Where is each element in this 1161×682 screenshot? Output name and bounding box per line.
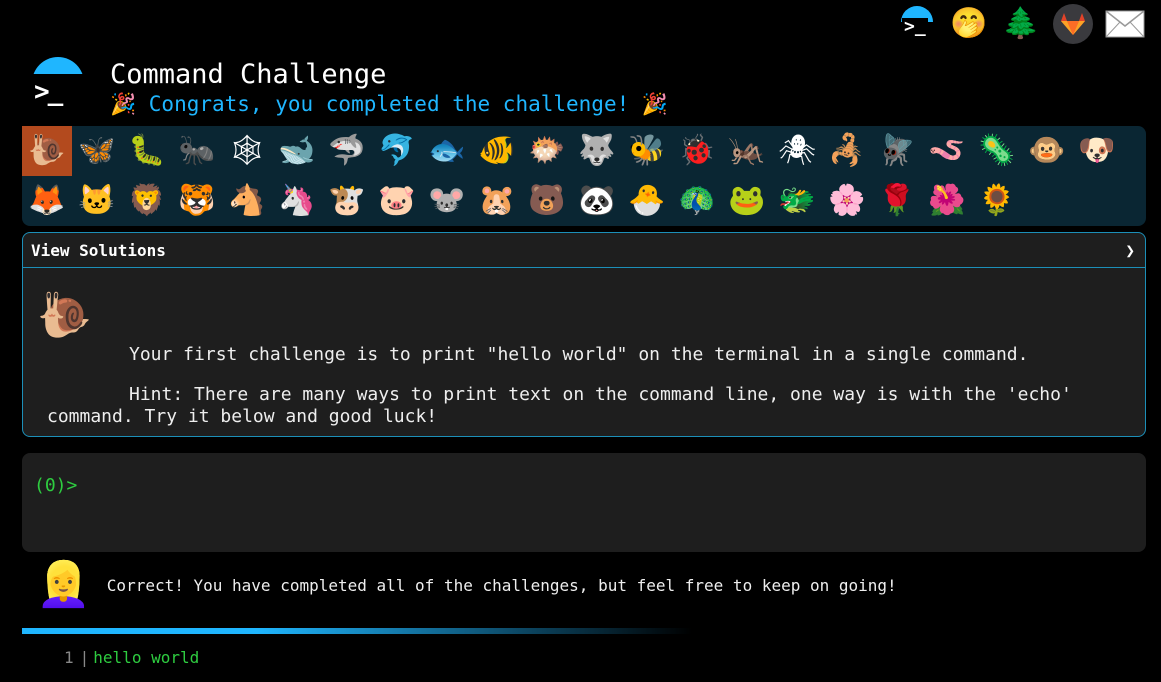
history-separator: | <box>79 648 90 667</box>
level-fly-icon[interactable]: 🪰 <box>872 126 922 176</box>
level-mouse-icon[interactable]: 🐭 <box>422 176 472 226</box>
level-cat-icon[interactable]: 🐱 <box>72 176 122 226</box>
level-whale-icon[interactable]: 🐋 <box>272 126 322 176</box>
level-cow-icon[interactable]: 🐮 <box>322 176 372 226</box>
level-ant-icon[interactable]: 🐜 <box>172 126 222 176</box>
envelope-shape-icon <box>1105 10 1145 38</box>
challenge-description: Your first challenge is to print "hello … <box>129 344 1029 365</box>
level-butterfly-icon[interactable]: 🦋 <box>72 126 122 176</box>
gitlab-fox-icon <box>1061 13 1085 35</box>
level-shark-icon[interactable]: 🦈 <box>322 126 372 176</box>
terminal-input[interactable]: (0)> <box>22 453 1146 552</box>
person-avatar-icon: 👱‍♀️ <box>36 559 91 610</box>
feedback-message: 👱‍♀️ Correct! You have completed all of … <box>36 563 897 607</box>
evergreen-tree-icon[interactable]: 🌲 <box>1001 4 1041 44</box>
level-flower-icon[interactable]: 🌺 <box>922 176 972 226</box>
view-solutions-label: View Solutions <box>31 240 166 260</box>
page-header: >_ Command Challenge 🎉 Congrats, you com… <box>28 54 668 117</box>
level-peacock-icon[interactable]: 🦚 <box>672 176 722 226</box>
level-horse-icon[interactable]: 🐴 <box>222 176 272 226</box>
face-with-hand-over-mouth-icon[interactable]: 🤭 <box>949 4 989 44</box>
top-nav: >_ 🤭 🌲 <box>897 4 1145 44</box>
completion-banner: 🎉 Congrats, you completed the challenge!… <box>110 92 669 116</box>
level-dragon-icon[interactable]: 🐲 <box>772 176 822 226</box>
view-solutions-toggle[interactable]: View Solutions ❯ <box>23 233 1145 268</box>
level-wolf-icon[interactable]: 🐺 <box>572 126 622 176</box>
snail-icon: 🐌 <box>37 290 92 341</box>
level-tiger-icon[interactable]: 🐯 <box>172 176 222 226</box>
level-microbe-icon[interactable]: 🦠 <box>972 126 1022 176</box>
command-challenge-logo-icon[interactable]: >_ <box>897 4 937 44</box>
feedback-text: Correct! You have completed all of the c… <box>106 575 897 595</box>
level-blowfish-icon[interactable]: 🐡 <box>522 126 572 176</box>
page-title: Command Challenge <box>110 59 387 90</box>
level-selector: 🐌 🦋 🐛 🐜 🕸 🐋 🦈 🐬 🐟 🐠 🐡 🐺 🐝 🐞 🦗 🕷 🦂 🪰 🪱 🦠 🐵 🐶 🦊 🐱 🦁 🐯 🐴 🦄 🐮 🐷 🐭 🐹 🐻 🐼 🐣 🦚 🐸 🐲 🌸 🌹… <box>22 126 1146 226</box>
level-scorpion-icon[interactable]: 🦂 <box>822 126 872 176</box>
level-rose-icon[interactable]: 🌹 <box>872 176 922 226</box>
level-pig-icon[interactable]: 🐷 <box>372 176 422 226</box>
envelope-icon[interactable] <box>1105 4 1145 44</box>
level-unicorn-icon[interactable]: 🦄 <box>272 176 322 226</box>
level-fish-icon[interactable]: 🐟 <box>422 126 472 176</box>
level-worm-icon[interactable]: 🪱 <box>922 126 972 176</box>
level-hamster-icon[interactable]: 🐹 <box>472 176 522 226</box>
level-snail-icon[interactable]: 🐌 <box>22 126 72 176</box>
challenge-panel: View Solutions ❯ 🐌 Your first challenge … <box>22 232 1146 437</box>
level-fox-icon[interactable]: 🦊 <box>22 176 72 226</box>
level-bear-icon[interactable]: 🐻 <box>522 176 572 226</box>
level-panda-icon[interactable]: 🐼 <box>572 176 622 226</box>
challenge-hint: Hint: There are many ways to print text … <box>47 384 1072 427</box>
progress-bar <box>22 628 692 634</box>
history-line-number: 1 <box>64 648 74 667</box>
level-spider-icon[interactable]: 🕷 <box>772 126 822 176</box>
level-spider-web-icon[interactable]: 🕸 <box>222 126 272 176</box>
level-sunflower-icon[interactable]: 🌻 <box>972 176 1022 226</box>
level-ladybug-icon[interactable]: 🐞 <box>672 126 722 176</box>
level-dog-icon[interactable]: 🐶 <box>1072 126 1122 176</box>
history-command[interactable]: hello world <box>93 648 199 667</box>
level-frog-icon[interactable]: 🐸 <box>722 176 772 226</box>
level-dolphin-icon[interactable]: 🐬 <box>372 126 422 176</box>
level-monkey-icon[interactable]: 🐵 <box>1022 126 1072 176</box>
level-bee-icon[interactable]: 🐝 <box>622 126 672 176</box>
chevron-right-icon: ❯ <box>1125 240 1135 260</box>
level-cherry-blossom-icon[interactable]: 🌸 <box>822 176 872 226</box>
gitlab-icon[interactable] <box>1053 4 1093 44</box>
terminal-prompt: (0)> <box>34 475 78 496</box>
level-lion-icon[interactable]: 🦁 <box>122 176 172 226</box>
level-cricket-icon[interactable]: 🦗 <box>722 126 772 176</box>
app-logo-icon[interactable]: >_ <box>28 54 90 110</box>
level-hatching-chick-icon[interactable]: 🐣 <box>622 176 672 226</box>
level-caterpillar-icon[interactable]: 🐛 <box>122 126 172 176</box>
command-history: 1 | hello world <box>64 648 199 667</box>
level-tropical-fish-icon[interactable]: 🐠 <box>472 126 522 176</box>
